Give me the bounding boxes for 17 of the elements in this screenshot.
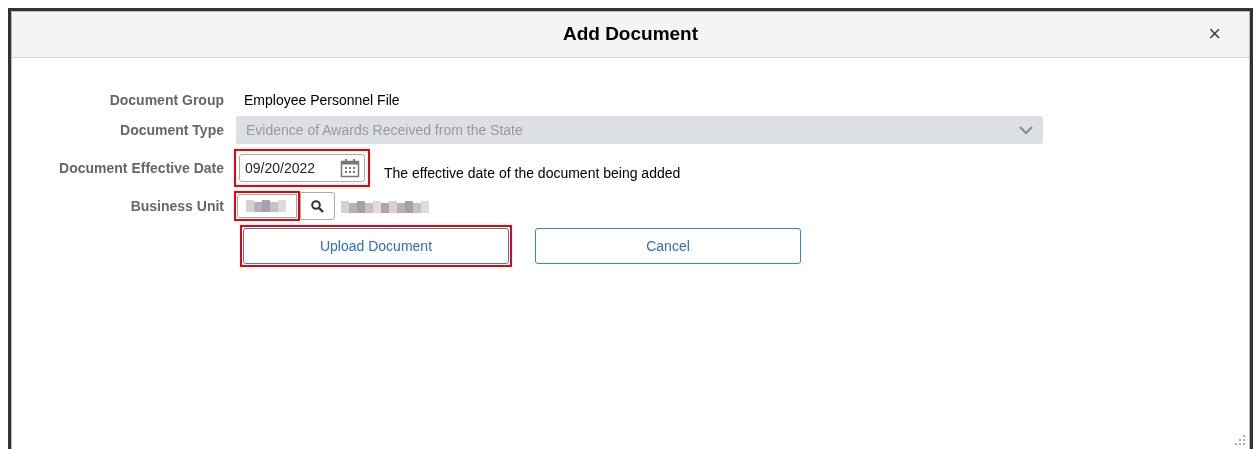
field-label: Document Type xyxy=(119,120,225,140)
field-label: Document Group xyxy=(108,90,225,110)
field-label: Business Unit xyxy=(129,196,225,216)
search-icon xyxy=(311,199,324,213)
search-button[interactable] xyxy=(300,192,335,220)
close-button[interactable]: × xyxy=(1204,23,1225,45)
resize-grip-icon[interactable] xyxy=(1235,435,1246,446)
field-label: Document Effective Date xyxy=(58,158,225,178)
calendar-icon[interactable] xyxy=(340,158,360,178)
redacted-value-drawing xyxy=(246,200,286,212)
field-value: Employee Personnel File xyxy=(244,90,400,110)
dialog-title: Add Document xyxy=(562,22,699,47)
date-field[interactable]: 09/20/2022 xyxy=(239,154,365,182)
field-hint: The effective date of the document being added xyxy=(384,163,681,183)
chevron-down-icon xyxy=(1019,125,1033,135)
action-button[interactable]: Upload Document xyxy=(243,228,509,264)
action-button[interactable]: Cancel xyxy=(535,228,801,264)
